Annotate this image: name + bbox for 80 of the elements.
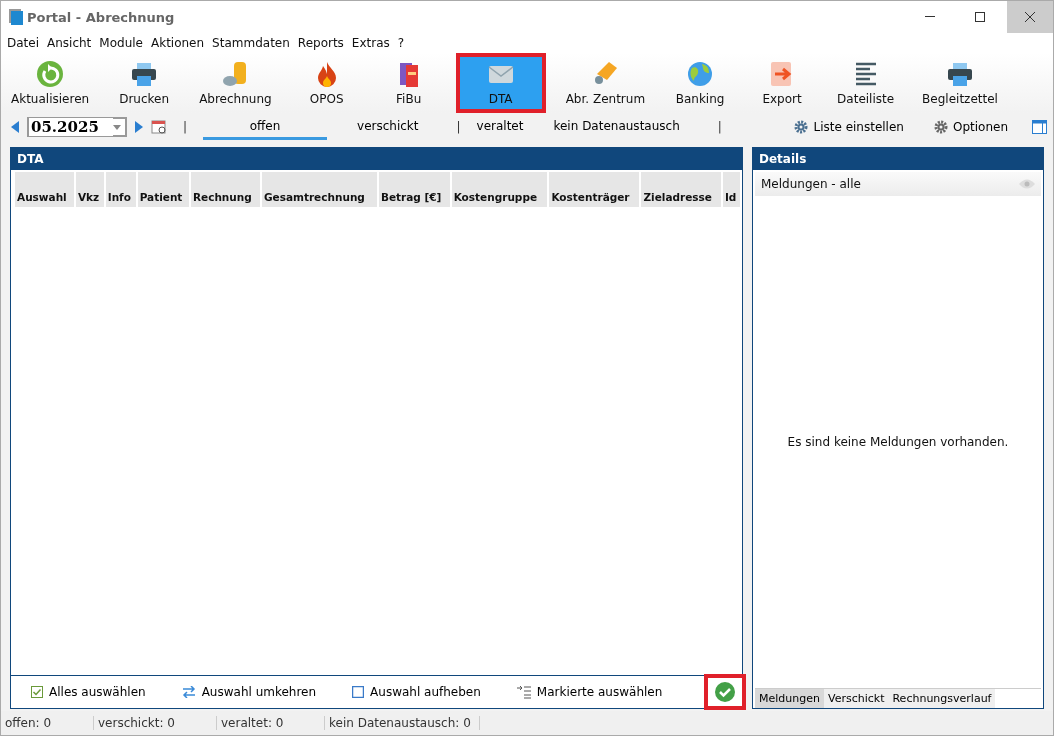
- empty-message: Es sind keine Meldungen vorhanden.: [787, 435, 1009, 449]
- next-button[interactable]: [135, 121, 143, 133]
- toolbar-button[interactable]: Abr. Zentrum: [557, 53, 654, 113]
- swap-arrows-icon: [181, 686, 196, 698]
- separator-text: |: [182, 120, 189, 134]
- column-header[interactable]: Info: [104, 187, 137, 207]
- toolbar-button[interactable]: Drucken: [109, 53, 180, 113]
- calendar-icon: [151, 119, 167, 135]
- filter-tab[interactable]: kein Datenaustausch: [553, 114, 680, 140]
- separator-text: |: [455, 120, 462, 134]
- options-button[interactable]: Optionen: [927, 119, 1014, 135]
- column-header[interactable]: Auswahl: [14, 187, 75, 207]
- column-header[interactable]: Patient: [136, 187, 190, 207]
- menu-item[interactable]: ?: [393, 36, 409, 50]
- app-icon: [9, 9, 23, 25]
- right-arrow-icon: [135, 121, 143, 133]
- list-settings-button[interactable]: Liste einstellen: [788, 119, 910, 135]
- previous-button[interactable]: [11, 121, 19, 133]
- status-text: verschickt: 0: [94, 716, 217, 730]
- status-text: veraltet: 0: [217, 716, 325, 730]
- calendar-button[interactable]: [151, 119, 167, 135]
- printer-icon: [130, 60, 159, 88]
- list-arrow-icon: [516, 685, 531, 699]
- maximize-icon: [975, 12, 985, 22]
- toolbar-button[interactable]: Export: [747, 53, 818, 113]
- column-header[interactable]: Kostengruppe: [450, 187, 549, 207]
- toolbar-button[interactable]: Banking: [665, 53, 736, 113]
- period-dropdown[interactable]: 05.2025: [27, 117, 127, 137]
- menu-item[interactable]: Aktionen: [146, 36, 209, 50]
- column-header[interactable]: Gesamtrechnung: [260, 187, 378, 207]
- globe-icon: [686, 60, 715, 88]
- left-arrow-icon: [11, 121, 19, 133]
- window-panel-icon: [1032, 120, 1047, 134]
- menu-item[interactable]: Extras: [347, 36, 394, 50]
- confirm-button[interactable]: [704, 674, 746, 710]
- minimize-icon: [925, 16, 935, 18]
- menu-item[interactable]: Ansicht: [43, 36, 96, 50]
- column-header[interactable]: Rechnung: [189, 187, 261, 207]
- panel-title: DTA: [11, 148, 742, 170]
- details-tab[interactable]: Verschickt: [823, 689, 889, 708]
- status-text: offen: 0: [1, 716, 94, 730]
- menu-item[interactable]: Datei: [3, 36, 43, 50]
- checkmark-icon: [715, 682, 735, 702]
- column-header[interactable]: Zieladresse: [640, 187, 722, 207]
- refresh-icon: [36, 60, 65, 88]
- filter-label: Meldungen - alle: [761, 177, 861, 191]
- toolbar-button[interactable]: DTA: [455, 53, 546, 113]
- toolbar-button[interactable]: OPOS: [291, 53, 362, 113]
- toolbar-button[interactable]: Aktualisieren: [3, 53, 98, 113]
- toolbar-button[interactable]: Dateiliste: [829, 53, 903, 113]
- column-header[interactable]: Vkz: [74, 187, 105, 207]
- selection-action[interactable]: Markierte auswählen: [510, 684, 669, 700]
- column-header[interactable]: Id: [721, 187, 740, 207]
- window-title: Portal - Abrechnung: [27, 9, 176, 25]
- printer-icon: [946, 60, 974, 88]
- status-text: kein Datenaustausch: 0: [325, 716, 480, 730]
- toolbar-button[interactable]: Abrechnung: [191, 53, 280, 113]
- details-tab[interactable]: Meldungen: [755, 689, 824, 708]
- column-header[interactable]: Kostenträger: [548, 187, 641, 207]
- toolbar-button[interactable]: FiBu: [373, 53, 444, 113]
- selection-action[interactable]: Auswahl aufheben: [346, 684, 487, 700]
- menu-item[interactable]: Stammdaten: [208, 36, 294, 50]
- menu-item[interactable]: Reports: [293, 36, 348, 50]
- checkbox-checked-icon: [31, 686, 43, 698]
- filter-tab[interactable]: veraltet: [476, 114, 524, 140]
- column-header[interactable]: Betrag [€]: [377, 187, 451, 207]
- panel-toggle-button[interactable]: [1032, 120, 1047, 134]
- settings-icon: [933, 120, 948, 134]
- settings-icon: [794, 120, 809, 134]
- checkbox-empty-icon: [352, 686, 365, 698]
- menu-item[interactable]: Module: [95, 36, 147, 50]
- toolbar-button[interactable]: Begleitzettel: [914, 53, 1006, 113]
- close-icon: [1025, 12, 1035, 22]
- caret-icon: [113, 124, 121, 130]
- separator-text: |: [716, 120, 723, 134]
- details-tab[interactable]: Rechnungsverlauf: [888, 689, 996, 708]
- selection-action[interactable]: Alles auswählen: [25, 684, 152, 700]
- selection-action[interactable]: Auswahl umkehren: [175, 684, 323, 700]
- panel-title: Details: [753, 148, 1043, 170]
- filter-tab[interactable]: verschickt: [357, 114, 419, 140]
